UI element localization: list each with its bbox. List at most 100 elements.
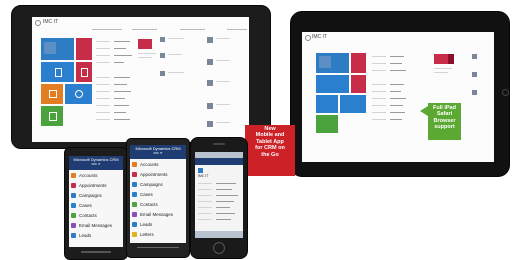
- list-item-email-messages[interactable]: Email Messages: [130, 211, 186, 218]
- field-value: [390, 84, 404, 85]
- field-label: [198, 213, 212, 214]
- field-value: [216, 219, 231, 220]
- field-label: [372, 91, 386, 92]
- activities-tile[interactable]: [316, 75, 349, 93]
- cases-tile[interactable]: [316, 95, 338, 113]
- avatar: [207, 103, 213, 109]
- android-nav-bar[interactable]: [81, 251, 111, 253]
- list-item-label: Contacts: [140, 202, 158, 207]
- field-value: [114, 41, 130, 42]
- contacts-icon: [132, 202, 137, 207]
- field-label: [372, 119, 386, 120]
- field-label: [198, 183, 212, 184]
- field-value: [216, 213, 235, 214]
- field-value: [114, 77, 130, 78]
- field-value: [390, 56, 404, 57]
- sidebar-line: [216, 38, 230, 39]
- stakeholders-tile[interactable]: [65, 84, 92, 104]
- opportunity-line: [138, 57, 152, 58]
- field-value: [114, 112, 126, 113]
- field-value: [216, 201, 234, 202]
- list-item-letters[interactable]: Letters: [130, 231, 186, 238]
- field-label: [372, 84, 386, 85]
- stakeholders-tile[interactable]: [340, 95, 366, 113]
- record-icon: [198, 168, 203, 173]
- field-value: [114, 105, 129, 106]
- avatar: [160, 53, 165, 58]
- field-label: [96, 98, 110, 99]
- list-item-cases[interactable]: Cases: [69, 202, 123, 209]
- field-label: [96, 84, 110, 85]
- list-item-email-messages[interactable]: Email Messages: [69, 222, 123, 229]
- back-arrow-icon[interactable]: [35, 20, 41, 26]
- field-label: [96, 41, 110, 42]
- field-label: [96, 62, 110, 63]
- field-label: [198, 195, 212, 196]
- activities-tile[interactable]: [41, 62, 74, 82]
- back-arrow-icon[interactable]: [305, 35, 311, 41]
- left-tablet: IMC IT: [11, 5, 271, 149]
- field-value: [114, 84, 127, 85]
- opportunity-line: [434, 72, 448, 73]
- opportunity-line: [434, 68, 452, 69]
- leads-tile[interactable]: [41, 106, 63, 126]
- opportunity-thumbnail: [448, 54, 454, 64]
- avatar: [160, 71, 165, 76]
- field-value: [390, 98, 406, 99]
- list-item-campaigns[interactable]: Campaigns: [69, 192, 123, 199]
- windows-phone: Microsoft Dynamics CRM IMC IT Accounts A…: [126, 138, 190, 258]
- home-button[interactable]: [502, 89, 509, 96]
- contacts-tile[interactable]: [41, 38, 74, 60]
- field-value: [114, 55, 132, 56]
- windows-nav-buttons[interactable]: [137, 247, 179, 251]
- feed-line: [168, 72, 184, 73]
- earpiece: [213, 143, 225, 145]
- list-item-accounts[interactable]: Accounts: [69, 172, 123, 179]
- avatar: [160, 37, 165, 42]
- list-item-cases[interactable]: Cases: [130, 191, 186, 198]
- leads-icon: [71, 233, 76, 238]
- list-item-leads[interactable]: Leads: [130, 221, 186, 228]
- list-item-contacts[interactable]: Contacts: [130, 201, 186, 208]
- list-item-label: Appointments: [140, 172, 168, 177]
- campaigns-icon: [132, 182, 137, 187]
- browser-toolbar[interactable]: [195, 231, 243, 238]
- field-value: [390, 112, 405, 113]
- list-item-contacts[interactable]: Contacts: [69, 212, 123, 219]
- field-value: [390, 91, 401, 92]
- notes-tile[interactable]: [76, 62, 92, 82]
- field-label: [372, 63, 386, 64]
- list-item-label: Accounts: [79, 173, 98, 178]
- list-item-label: Email Messages: [140, 212, 174, 217]
- field-label: [198, 189, 212, 190]
- list-item-appointments[interactable]: Appointments: [69, 182, 123, 189]
- android-screen: Microsoft Dynamics CRM IMC IT Accounts A…: [69, 156, 123, 247]
- column-header-line: [180, 29, 205, 30]
- contacts-tile[interactable]: [316, 53, 349, 73]
- iphone-home-button[interactable]: [213, 242, 225, 254]
- field-label: [372, 105, 386, 106]
- notes-tile[interactable]: [351, 75, 366, 93]
- list-item-campaigns[interactable]: Campaigns: [130, 181, 186, 188]
- record-title: IMC IT: [198, 174, 209, 178]
- leads-tile[interactable]: [316, 115, 338, 133]
- field-label: [96, 119, 110, 120]
- field-label: [96, 91, 110, 92]
- field-value: [114, 48, 126, 49]
- opportunity-thumbnail: [138, 39, 152, 49]
- cases-tile[interactable]: [41, 84, 63, 104]
- list-item-label: Contacts: [79, 213, 97, 218]
- opportunities-tile[interactable]: [351, 53, 366, 73]
- list-item-label: Letters: [140, 232, 154, 237]
- accounts-icon: [132, 162, 137, 167]
- list-item-appointments[interactable]: Appointments: [130, 171, 186, 178]
- list-item-leads[interactable]: Leads: [69, 232, 123, 239]
- iphone-screen: IMC IT: [195, 152, 243, 238]
- field-label: [198, 201, 212, 202]
- opportunities-tile[interactable]: [76, 38, 92, 60]
- field-label: [372, 70, 386, 71]
- android-phone: Microsoft Dynamics CRM IMC IT Accounts A…: [64, 147, 128, 260]
- field-value: [216, 189, 232, 190]
- list-item-accounts[interactable]: Accounts: [130, 161, 186, 168]
- list-item-label: Email Messages: [79, 223, 113, 228]
